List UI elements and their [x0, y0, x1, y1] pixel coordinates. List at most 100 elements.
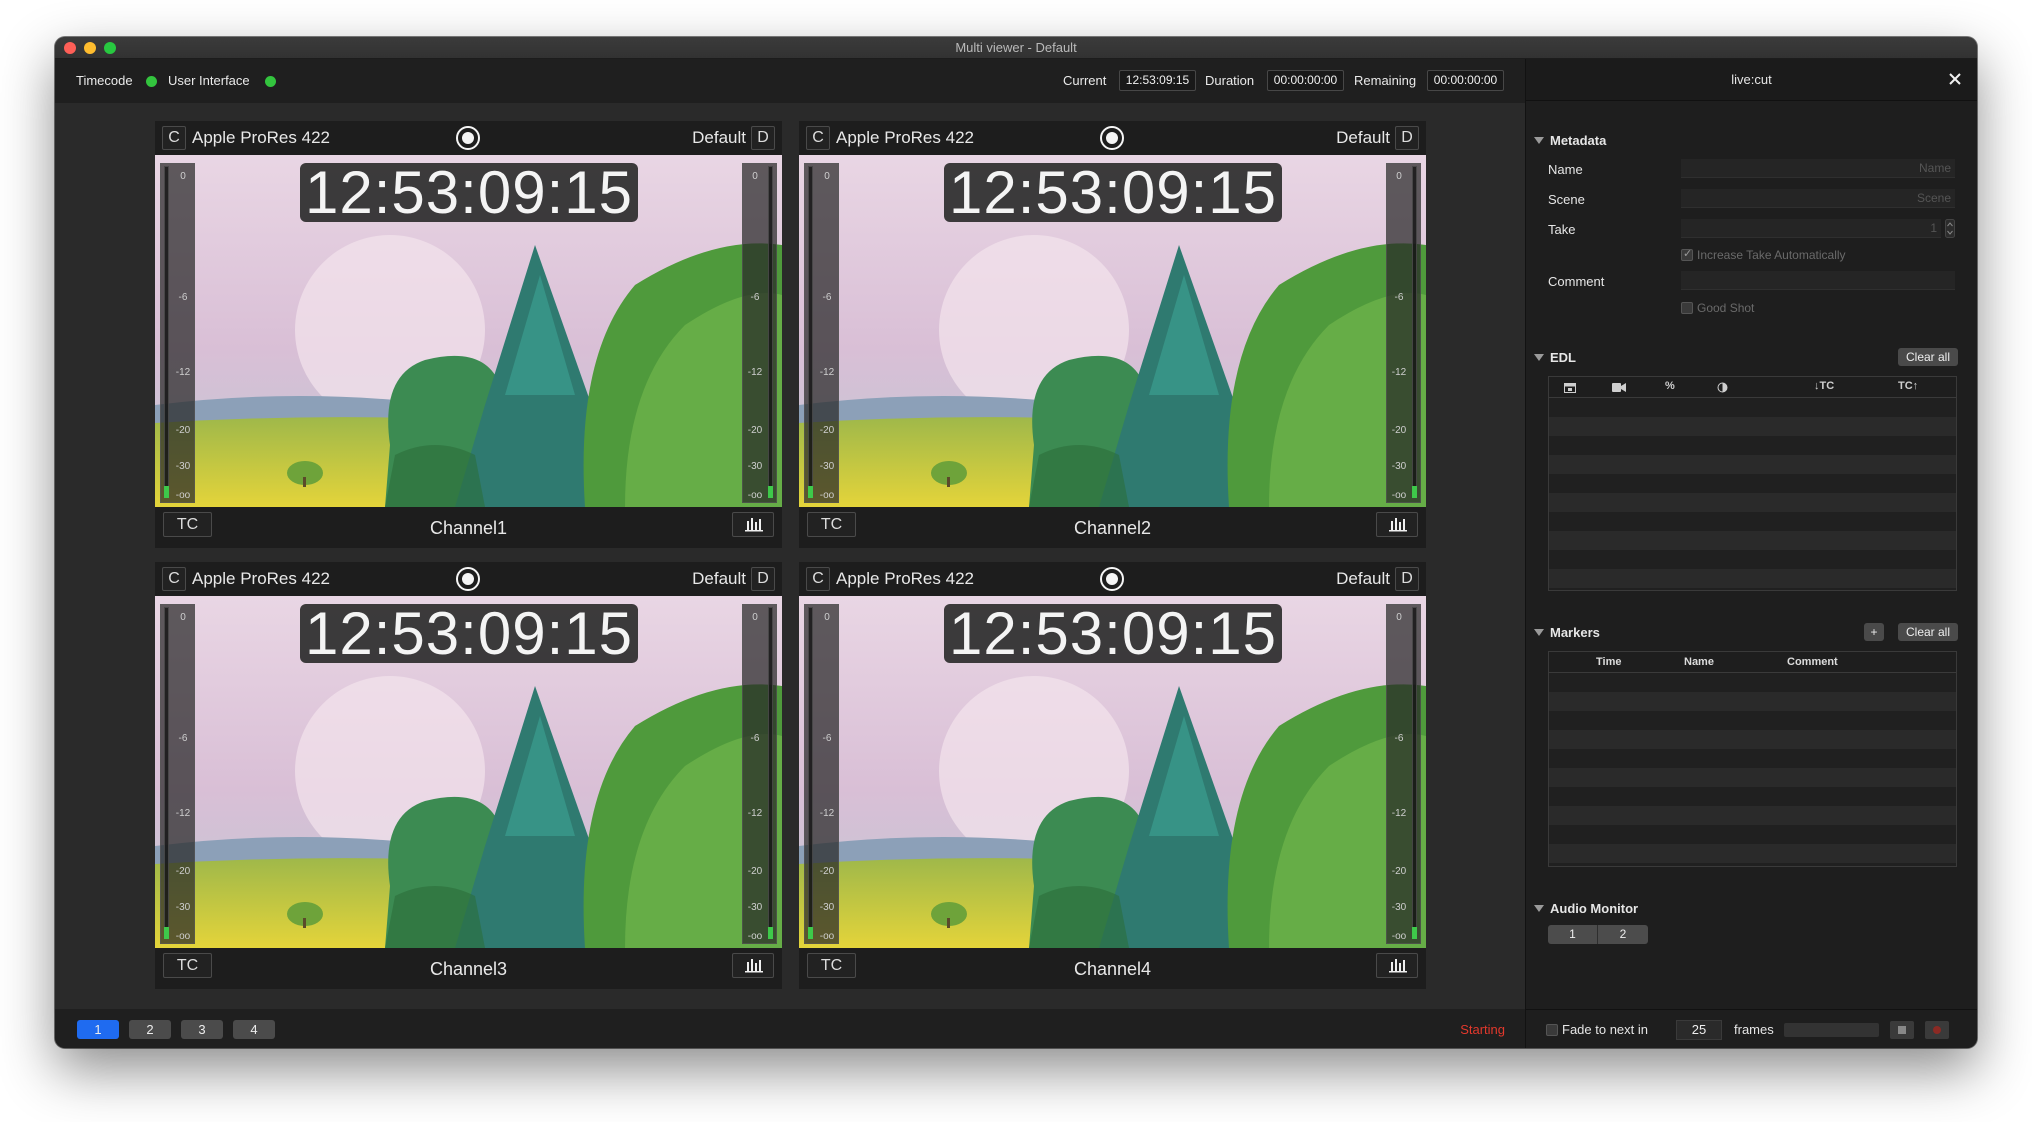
page-button-2[interactable]: 2 — [129, 1020, 171, 1039]
viewer-channel-4[interactable]: C Apple ProRes 422 Default D 12:53:09:15… — [799, 562, 1426, 989]
increase-take-checkbox[interactable] — [1681, 247, 1693, 261]
meter-level — [164, 486, 169, 498]
metadata-heading: Metadata — [1550, 133, 1607, 148]
meter-tick-label: -6 — [750, 292, 760, 304]
audio-monitor-heading: Audio Monitor — [1550, 901, 1639, 916]
markers-table-header: Time Name Comment — [1549, 652, 1956, 673]
table-row — [1549, 806, 1956, 825]
meter-tick-label: -6 — [178, 292, 188, 304]
markers-clear-all-button[interactable]: Clear all — [1898, 623, 1958, 641]
audio-channel-1-button[interactable]: 1 — [1548, 925, 1598, 944]
window-close-button[interactable] — [64, 42, 76, 54]
viewer-c-button[interactable]: C — [162, 567, 186, 591]
audio-monitor-section-header[interactable]: Audio Monitor — [1534, 901, 1638, 916]
good-shot-option[interactable]: Good Shot — [1681, 301, 1754, 315]
page-button-4[interactable]: 4 — [233, 1020, 275, 1039]
close-icon[interactable] — [1945, 69, 1965, 89]
fade-label: Fade to next in — [1562, 1022, 1648, 1037]
preset-label[interactable]: Default — [692, 128, 746, 148]
viewer-c-button[interactable]: C — [162, 126, 186, 150]
record-icon[interactable] — [456, 126, 480, 150]
audio-meter-right: 0 -6 -12 -20 -30 -oo — [1386, 163, 1421, 503]
codec-label: Apple ProRes 422 — [836, 569, 974, 588]
record-button[interactable] — [1925, 1021, 1949, 1039]
frames-input[interactable]: 25 — [1676, 1020, 1722, 1040]
viewer-d-button[interactable]: D — [1395, 126, 1419, 150]
audio-meter-toggle-button[interactable] — [732, 512, 774, 537]
tc-in-header: ↓TC — [1814, 380, 1835, 392]
meter-tick-label: 0 — [1396, 611, 1402, 623]
fade-option[interactable]: Fade to next in — [1546, 1022, 1648, 1037]
name-field[interactable]: Name — [1681, 159, 1955, 178]
timecode-label: Timecode — [76, 73, 133, 88]
meter-track — [1412, 166, 1417, 498]
video-frame: 12:53:09:15 0 -6 -12 -20 -30 -oo 0 -6 -12 -20 -30… — [155, 155, 782, 507]
edl-section-header[interactable]: EDL — [1534, 350, 1576, 365]
record-icon[interactable] — [1100, 126, 1124, 150]
good-shot-checkbox[interactable] — [1681, 302, 1693, 314]
markers-section-header[interactable]: Markers — [1534, 625, 1600, 640]
current-label: Current — [1063, 73, 1107, 88]
audio-meter-toggle-button[interactable] — [1376, 512, 1418, 537]
viewer-channel-2[interactable]: C Apple ProRes 422 Default D 12:53:09:15… — [799, 121, 1426, 548]
scene-field[interactable]: Scene — [1681, 189, 1955, 208]
audio-meter-right: 0 -6 -12 -20 -30 -oo — [742, 163, 777, 503]
meter-track — [164, 166, 169, 498]
preset-label[interactable]: Default — [1336, 128, 1390, 148]
window-maximize-button[interactable] — [104, 42, 116, 54]
meter-tick-label: -30 — [1391, 460, 1407, 472]
window-minimize-button[interactable] — [84, 42, 96, 54]
meter-tick-label: -oo — [819, 930, 835, 942]
take-field[interactable]: 1 — [1681, 219, 1941, 238]
metadata-section-header[interactable]: Metadata — [1534, 133, 1606, 148]
audio-meter-right: 0 -6 -12 -20 -30 -oo — [742, 604, 777, 944]
user-interface-label: User Interface — [168, 73, 250, 88]
preset-label[interactable]: Default — [692, 569, 746, 589]
multi-viewer-window: Multi viewer - Default Timecode User Int… — [55, 37, 1977, 1048]
video-frame: 12:53:09:15 0 -6 -12 -20 -30 -oo 0 -6 -12 -20 -30… — [799, 596, 1426, 948]
audio-meter-toggle-button[interactable] — [732, 953, 774, 978]
comment-column-header: Comment — [1787, 656, 1838, 668]
record-icon[interactable] — [1100, 567, 1124, 591]
meter-tick-label: -oo — [175, 930, 191, 942]
viewer-d-button[interactable]: D — [1395, 567, 1419, 591]
comment-field[interactable] — [1681, 271, 1955, 290]
meter-level — [768, 486, 773, 498]
edl-table[interactable]: % ↓TC TC↑ — [1548, 376, 1957, 591]
viewer-header: C Apple ProRes 422 Default D — [799, 121, 1426, 155]
audio-meter-left: 0 -6 -12 -20 -30 -oo — [160, 163, 195, 503]
meter-tick-label: -6 — [750, 733, 760, 745]
page-button-3[interactable]: 3 — [181, 1020, 223, 1039]
markers-table[interactable]: Time Name Comment — [1548, 651, 1957, 867]
take-stepper-icon[interactable] — [1945, 219, 1955, 238]
codec-label: Apple ProRes 422 — [836, 128, 974, 147]
table-row — [1549, 844, 1956, 863]
viewer-d-button[interactable]: D — [751, 567, 775, 591]
add-marker-button[interactable]: + — [1864, 623, 1884, 641]
page-button-1[interactable]: 1 — [77, 1020, 119, 1039]
stop-button[interactable] — [1890, 1021, 1914, 1039]
viewer-d-button[interactable]: D — [751, 126, 775, 150]
preset-label[interactable]: Default — [1336, 569, 1390, 589]
fade-slider[interactable] — [1784, 1023, 1879, 1037]
viewer-c-button[interactable]: C — [806, 126, 830, 150]
codec-label: Apple ProRes 422 — [192, 569, 330, 588]
viewer-c-button[interactable]: C — [806, 567, 830, 591]
frames-label: frames — [1734, 1022, 1774, 1037]
increase-take-option[interactable]: Increase Take Automatically — [1681, 247, 1846, 262]
markers-heading: Markers — [1550, 625, 1600, 640]
viewer-header: C Apple ProRes 422 Default D — [155, 121, 782, 155]
viewer-channel-1[interactable]: C Apple ProRes 422 Default D 12:53:09:15… — [155, 121, 782, 548]
audio-meter-toggle-button[interactable] — [1376, 953, 1418, 978]
meter-tick-label: -30 — [747, 901, 763, 913]
viewer-channel-3[interactable]: C Apple ProRes 422 Default D 12:53:09:15… — [155, 562, 782, 989]
audio-channel-2-button[interactable]: 2 — [1598, 925, 1648, 944]
meter-tick-label: 0 — [824, 170, 830, 182]
channel-name: Channel3 — [429, 959, 508, 979]
meter-tick-label: -30 — [175, 460, 191, 472]
meter-track — [768, 166, 773, 498]
fade-checkbox[interactable] — [1546, 1024, 1558, 1036]
disclosure-triangle-icon — [1534, 905, 1544, 912]
record-icon[interactable] — [456, 567, 480, 591]
edl-clear-all-button[interactable]: Clear all — [1898, 348, 1958, 366]
